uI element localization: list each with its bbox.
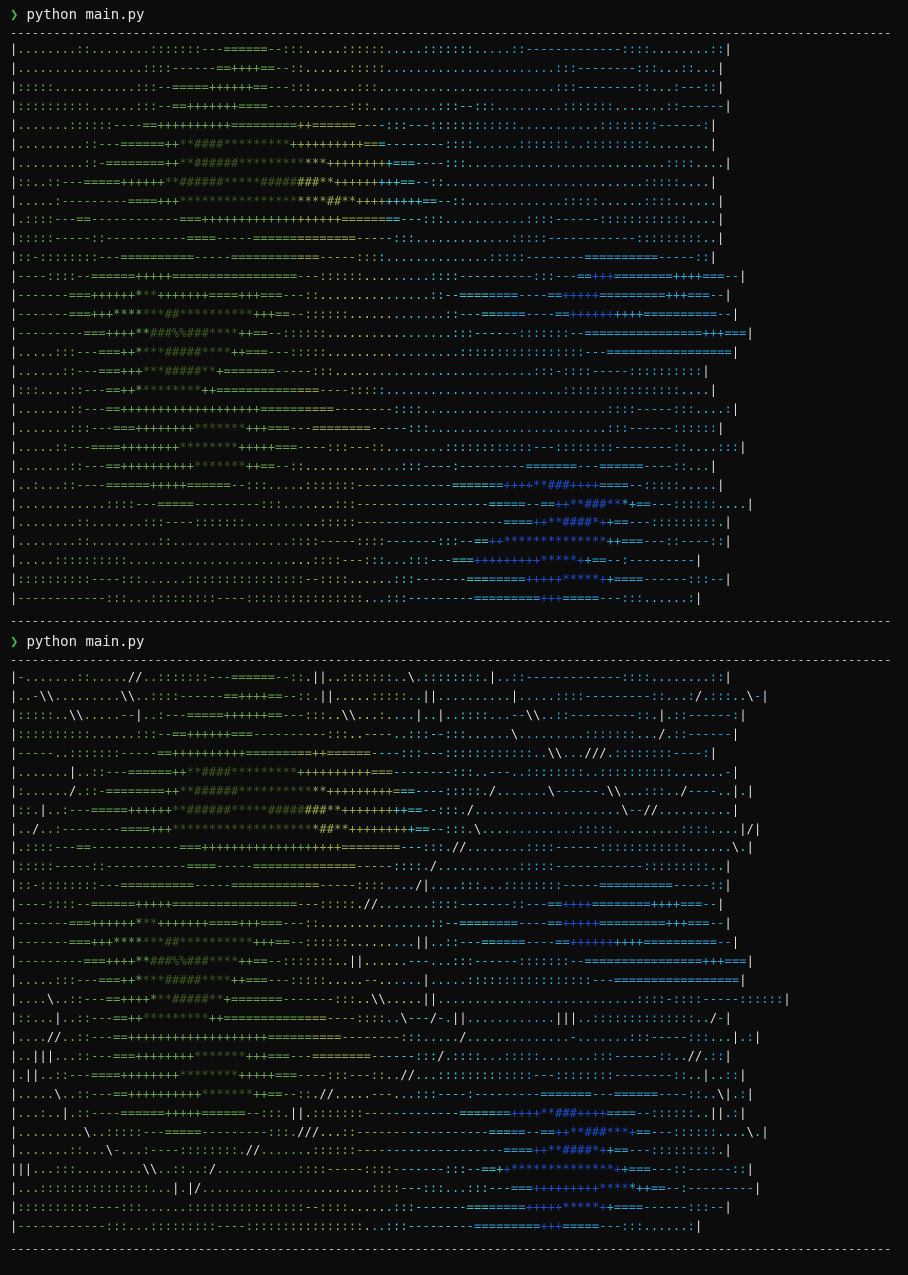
art-row: |.........::-========++**######*********… <box>10 155 732 170</box>
art-row: |::::::::::......:::--==+++++++====-----… <box>10 98 732 113</box>
terminal-window: ❯ python main.py ------------------------… <box>0 0 908 1275</box>
command-text: python main.py <box>26 7 145 23</box>
prompt-chevron-icon: ❯ <box>10 634 19 650</box>
art-row: |----::::--======+++++=================-… <box>10 897 725 912</box>
art-row: |............::::---=====---------:::...… <box>10 496 754 511</box>
art-row: |......::---===+++***#####**+=======----… <box>10 363 710 378</box>
art-row: |.::::---==------------===++++++++++++++… <box>10 840 754 855</box>
art-row: |-.......::.....//..:::::::---======--::… <box>10 670 732 684</box>
art-row: |::-::::::::---==========-----==========… <box>10 878 732 893</box>
art-row: |.....::::::::::........................… <box>10 553 703 568</box>
art-row: |------------:::...:::::::::----::::::::… <box>10 1219 703 1234</box>
art-row: |.||..::---====++++++++********+++++===-… <box>10 1067 747 1082</box>
art-row: |...:..|.::----======+++++======--:::.||… <box>10 1105 747 1120</box>
art-border-top: ----------------------------------------… <box>10 27 890 39</box>
art-row: |------------:::...:::::::::----::::::::… <box>10 591 703 606</box>
prompt-line-2: ❯ python main.py <box>10 632 144 652</box>
art-row: |.......::---==+++++++++++++++++++======… <box>10 401 740 416</box>
art-border-bottom: ----------------------------------------… <box>10 1243 890 1255</box>
art-row: |-----..:::::::-----==++++++++++========… <box>10 745 718 760</box>
art-row: |::::::::::----:::......::::::::::::::::… <box>10 572 732 587</box>
art-row: |::::::::::----:::......::::::::::::::::… <box>10 1200 732 1215</box>
art-row: |..:...::----======+++++======--:::.....… <box>10 477 725 492</box>
prompt-line-1: ❯ python main.py <box>10 5 144 25</box>
art-row: |........::........:::::::---======--:::… <box>10 42 732 56</box>
ascii-art-output: |-.......::.....//..:::::::---======--::… <box>10 668 890 1236</box>
art-row: |::-::::::::---==========-----==========… <box>10 250 718 265</box>
art-row: |:::::-----::-----------====-----=======… <box>10 231 725 246</box>
art-row: |...:::::::::::::::...|.|/..............… <box>10 1181 762 1196</box>
art-row: |:::....::---==++*********++============… <box>10 382 718 397</box>
art-row: |:....../.::-========++**######*********… <box>10 783 755 798</box>
art-row: |-------===++++++***+++++++====+++===---… <box>10 916 732 931</box>
art-row: |..|||...::---===++++++++*******+++===--… <box>10 1048 732 1063</box>
art-row: |........::.......:::----:::::::........… <box>10 515 732 530</box>
art-row: |:::::-----::-----------====-----=======… <box>10 859 732 874</box>
art-row: |----::::--======+++++=================-… <box>10 269 747 284</box>
art-row: |.......::::::----==++++++++++=========+… <box>10 117 718 132</box>
art-row: |.......::...\-...:----::::::::.//......… <box>10 1143 732 1158</box>
art-row: |.................::::------==++++==--::… <box>10 60 725 75</box>
art-row: |::.|..:---=====++++++**######*****#####… <box>10 802 740 817</box>
art-row: |.....:---------====+++*****************… <box>10 193 725 208</box>
art-row: |.......::---==++++++++++*******++==--::… <box>10 458 718 473</box>
art-row: |.......|..::---======++**####*********+… <box>10 764 740 779</box>
art-row: |.........::---======++**####*********++… <box>10 136 718 151</box>
art-row: |-------===+++*******##**********+++==--… <box>10 307 740 322</box>
art-row: |....\..::---==++++***#####**+=======---… <box>10 991 791 1006</box>
art-row: |.....::---====++++++++********+++++===-… <box>10 439 747 454</box>
art-row: |:::::...........:::--=====++++++==---::… <box>10 79 725 94</box>
art-row: |.::::---==------------===++++++++++++++… <box>10 212 725 227</box>
art-row: |::::::::::......:::--==++++++===-------… <box>10 726 740 741</box>
art-row: |../..:--------====+++******************… <box>10 821 762 836</box>
art-row: |---------===++++**###%%###****++==--:::… <box>10 954 754 969</box>
art-row: |---------===++++**###%%###****++==--:::… <box>10 326 754 341</box>
art-row: |::...|..::---==++*********++===========… <box>10 1010 732 1025</box>
art-row: |.....:::---===++****#####****++===---::… <box>10 345 740 359</box>
art-row: |:::::..\\.....--|..:---=====++++++==---… <box>10 707 747 722</box>
art-row: |........::.........::................::… <box>10 534 732 549</box>
art-row: |-------===++++++***+++++++====+++===---… <box>10 288 732 303</box>
art-row: |.....\..::---==++++++++++*******++==--:… <box>10 1086 754 1101</box>
art-row: |.........\..:::::---=====---------:::./… <box>10 1124 769 1139</box>
art-row: |||...:::.........\\..::..:/...........:… <box>10 1162 754 1177</box>
art-row: |::..::---=====++++++**######*****######… <box>10 174 718 189</box>
art-row: |....//..::---==+++++++++++++++++++=====… <box>10 1029 762 1044</box>
art-row: |.....:::---===++****#####****++===---::… <box>10 973 747 987</box>
art-row: |..-\\.........\\..::::------==++++==--:… <box>10 688 769 703</box>
command-text: python main.py <box>26 634 145 650</box>
prompt-chevron-icon: ❯ <box>10 7 19 23</box>
art-row: |-------===+++*******##**********+++==--… <box>10 935 740 950</box>
ascii-art-output: |........::........:::::::---======--:::… <box>10 40 890 608</box>
art-row: |.......:::---===++++++++*******+++===--… <box>10 420 725 435</box>
art-border-bottom: ----------------------------------------… <box>10 615 890 627</box>
art-border-top: ----------------------------------------… <box>10 654 890 666</box>
